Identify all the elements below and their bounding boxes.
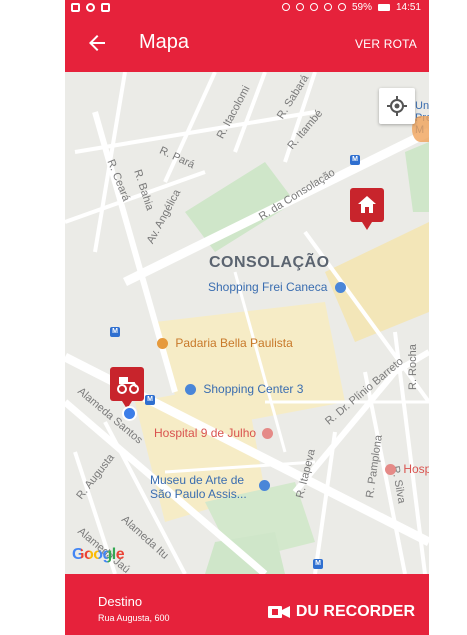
alarm-icon	[309, 3, 318, 11]
destination-address: Rua Augusta, 600	[98, 613, 170, 623]
brand-logo: DU RECORDER	[267, 603, 415, 621]
metro-icon: M	[145, 395, 155, 405]
page-title: Mapa	[139, 31, 190, 53]
ver-rota-button[interactable]: VER ROTA	[355, 37, 417, 51]
clock: 14:51	[395, 1, 421, 13]
delivery-pin-icon[interactable]	[110, 367, 144, 409]
google-attribution: Google	[72, 546, 125, 563]
poi-hospital[interactable]: Hospital 9 de Julho	[154, 426, 277, 440]
status-system-icons: 59% 14:51	[281, 0, 421, 14]
hospital-icon	[385, 464, 396, 476]
cast-icon	[281, 3, 290, 11]
restaurant-icon	[157, 338, 168, 350]
street-label: R. Rocha	[407, 344, 419, 390]
brand-name: DU RECORDER	[295, 603, 415, 620]
shopping-bag-icon	[334, 282, 346, 294]
battery-percent: 59%	[351, 1, 372, 13]
message-icon	[101, 2, 110, 12]
poi-padaria[interactable]: Padaria Bella Paulista	[157, 336, 293, 350]
whatsapp-icon	[86, 2, 95, 12]
status-notification-icons	[71, 0, 110, 14]
battery-icon	[377, 3, 390, 11]
video-camera-icon	[267, 606, 290, 618]
map-view[interactable]: R. Sabará R. Itacolomi R. Itambé R. Pará…	[65, 72, 429, 574]
poi-shopping-center-3[interactable]: Shopping Center 3	[185, 382, 303, 396]
museum-icon	[259, 480, 270, 491]
shopping-bag-icon	[185, 384, 196, 396]
status-bar: 59% 14:51	[65, 0, 429, 14]
metro-icon: M	[350, 155, 360, 165]
district-label: CONSOLAÇÃO	[209, 254, 330, 271]
bottom-bar: Destino Rua Augusta, 600 DU RECORDER	[65, 574, 429, 635]
notification-icon	[71, 2, 80, 12]
arrow-left-icon[interactable]	[85, 31, 109, 55]
hospital-icon	[262, 428, 274, 440]
home-pin-icon[interactable]	[350, 188, 384, 230]
my-location-icon	[387, 96, 407, 116]
metro-icon: M	[313, 559, 323, 569]
poi-museum[interactable]: Museu de Arte de São Paulo Assis...	[150, 473, 247, 501]
signal-icon	[337, 3, 346, 11]
destination-label: Destino	[98, 594, 143, 609]
current-location-dot	[122, 406, 137, 421]
poi-shopping-frei-caneca[interactable]: Shopping Frei Caneca	[208, 280, 350, 294]
wifi-icon	[323, 3, 332, 11]
my-location-button[interactable]	[379, 88, 415, 124]
poi-hospital-edge[interactable]: Hosp	[385, 462, 429, 476]
metro-icon: M	[110, 327, 120, 337]
phone-screen: 59% 14:51 Mapa VER ROTA R. Sabará R. Ita…	[65, 0, 429, 635]
app-bar: Mapa VER ROTA	[65, 14, 429, 72]
location-icon	[295, 3, 304, 11]
